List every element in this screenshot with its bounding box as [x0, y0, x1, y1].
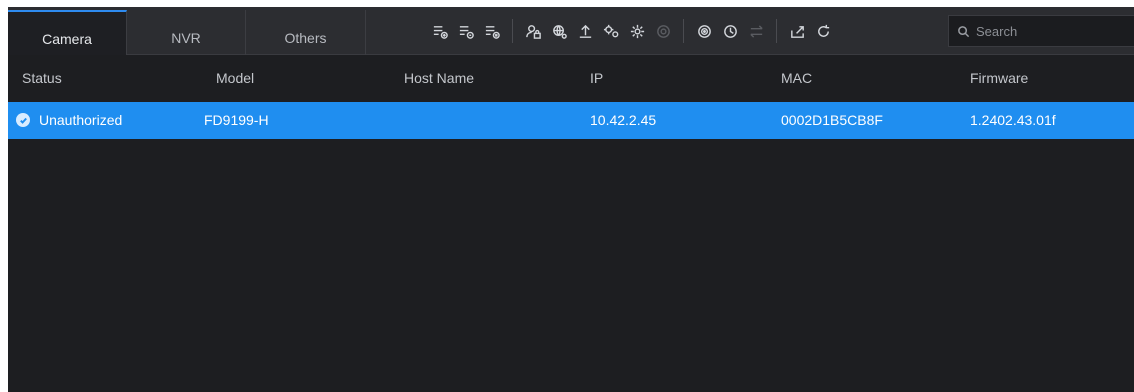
search-input[interactable] — [976, 23, 1126, 39]
search-icon — [958, 25, 970, 37]
tab-others[interactable]: Others — [246, 10, 366, 55]
cell-status: Unauthorized — [39, 112, 123, 128]
user-lock-icon[interactable] — [521, 19, 545, 43]
cell-firmware: 1.2402.43.01f — [970, 112, 1056, 128]
selected-check-icon[interactable] — [16, 113, 30, 127]
gear-icon[interactable] — [625, 19, 649, 43]
swap-icon — [744, 19, 768, 43]
column-header-host-name[interactable]: Host Name — [404, 70, 474, 86]
toolbar-separator — [683, 19, 684, 43]
column-header-status[interactable]: Status — [22, 70, 62, 86]
column-header-ip[interactable]: IP — [590, 70, 603, 86]
cell-ip: 10.42.2.45 — [590, 112, 657, 128]
refresh-icon[interactable] — [811, 19, 835, 43]
toolbar — [428, 7, 837, 55]
top-bar: Camera NVR Others — [8, 7, 1134, 55]
network-config-icon[interactable] — [547, 19, 571, 43]
export-icon[interactable] — [785, 19, 809, 43]
target-icon[interactable] — [692, 19, 716, 43]
column-header-firmware[interactable]: Firmware — [970, 70, 1028, 86]
settings-pair-icon[interactable] — [599, 19, 623, 43]
toolbar-separator — [512, 19, 513, 43]
cell-model: FD9199-H — [204, 112, 269, 128]
add-list-icon[interactable] — [428, 19, 452, 43]
edit-list-icon[interactable] — [454, 19, 478, 43]
table-header: Status Model Host Name IP MAC Firmware — [8, 56, 1134, 102]
cell-mac: 0002D1B5CB8F — [781, 112, 883, 128]
reset-icon — [651, 19, 675, 43]
device-type-tabs: Camera NVR Others — [8, 10, 366, 55]
tab-nvr[interactable]: NVR — [127, 10, 246, 55]
delete-list-icon[interactable] — [480, 19, 504, 43]
tab-camera[interactable]: Camera — [8, 10, 127, 55]
search-box[interactable] — [948, 15, 1134, 47]
upload-icon[interactable] — [573, 19, 597, 43]
clock-icon[interactable] — [718, 19, 742, 43]
table-row[interactable]: Unauthorized FD9199-H 10.42.2.45 0002D1B… — [8, 102, 1134, 139]
column-header-mac[interactable]: MAC — [781, 70, 812, 86]
device-manager-window: Camera NVR Others Search Status Model Ho… — [8, 7, 1134, 392]
toolbar-separator — [776, 19, 777, 43]
column-header-model[interactable]: Model — [216, 70, 254, 86]
